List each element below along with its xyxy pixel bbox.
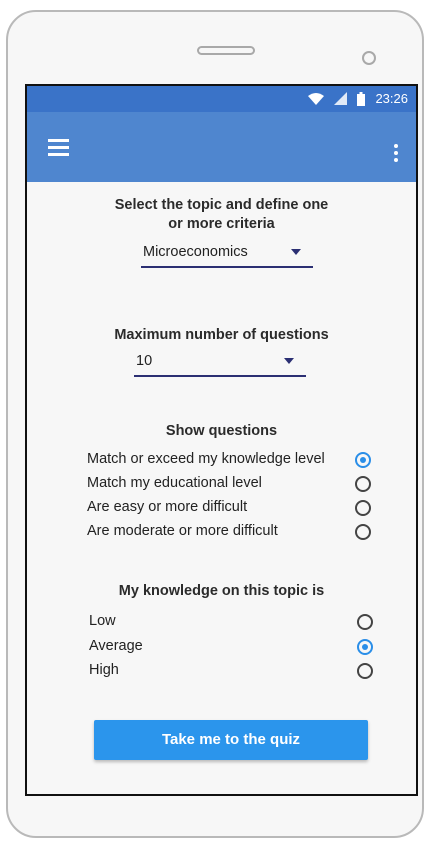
max-questions-select[interactable]: 10 [134, 347, 306, 377]
show-option-label: Are easy or more difficult [87, 499, 248, 515]
show-questions-heading: Show questions [165, 423, 278, 439]
topic-heading-line1: Select the topic and define one [114, 197, 329, 213]
show-option-row[interactable]: Are easy or more difficult [87, 497, 377, 519]
dropdown-arrow-icon [291, 249, 301, 255]
phone-frame: 23:26 Select the topic and define one or… [6, 10, 424, 838]
knowledge-option-row[interactable]: Average [89, 636, 379, 658]
show-option-label: Match or exceed my knowledge level [87, 451, 325, 467]
show-option-row[interactable]: Match my educational level [87, 473, 377, 495]
knowledge-option-label: High [89, 662, 119, 678]
knowledge-heading: My knowledge on this topic is [118, 583, 325, 599]
radio-button[interactable] [357, 614, 373, 630]
knowledge-option-row[interactable]: High [89, 660, 379, 682]
phone-camera [362, 51, 376, 65]
radio-button[interactable] [355, 476, 371, 492]
radio-button[interactable] [355, 500, 371, 516]
max-questions-heading: Maximum number of questions [114, 327, 329, 343]
status-icons: 23:26 [308, 91, 408, 106]
wifi-icon [308, 92, 325, 105]
show-option-row[interactable]: Match or exceed my knowledge level [87, 449, 377, 471]
status-time: 23:26 [375, 91, 408, 106]
radio-button[interactable] [357, 663, 373, 679]
show-option-label: Match my educational level [87, 475, 262, 491]
knowledge-option-label: Low [89, 613, 116, 629]
topic-heading-line2: or more criteria [168, 216, 275, 232]
dropdown-arrow-icon [284, 358, 294, 364]
max-questions-value: 10 [136, 353, 153, 369]
app-bar [27, 112, 416, 182]
take-quiz-button[interactable]: Take me to the quiz [94, 720, 368, 760]
battery-icon [357, 91, 366, 106]
more-vert-icon[interactable] [394, 144, 398, 165]
topic-select[interactable]: Microeconomics [141, 238, 313, 268]
phone-speaker [197, 46, 255, 55]
knowledge-option-row[interactable]: Low [89, 611, 379, 633]
show-option-row[interactable]: Are moderate or more difficult [87, 521, 377, 543]
radio-button-selected[interactable] [355, 452, 371, 468]
topic-heading: Select the topic and define one or more … [27, 196, 416, 234]
show-option-label: Are moderate or more difficult [87, 523, 278, 539]
topic-select-value: Microeconomics [143, 244, 248, 260]
hamburger-icon[interactable] [48, 139, 69, 160]
signal-icon [334, 92, 348, 105]
radio-button-selected[interactable] [357, 639, 373, 655]
status-bar: 23:26 [27, 86, 416, 112]
knowledge-option-label: Average [89, 638, 143, 654]
app-screen: 23:26 Select the topic and define one or… [25, 84, 418, 796]
radio-button[interactable] [355, 524, 371, 540]
